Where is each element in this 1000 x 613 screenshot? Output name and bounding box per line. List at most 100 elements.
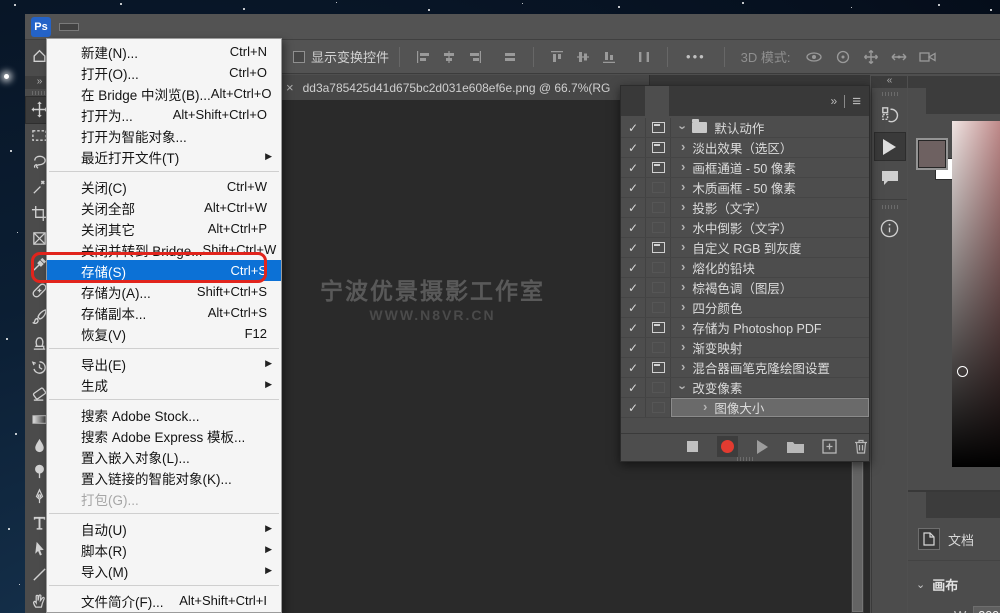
action-row[interactable]: ✓ › 自定义 RGB 到灰度 bbox=[621, 238, 869, 258]
file-menu-item[interactable]: 置入嵌入对象(L)... ▶ bbox=[47, 446, 281, 467]
menubar-item[interactable] bbox=[120, 24, 138, 30]
width-input[interactable] bbox=[973, 606, 1000, 613]
menubar-item[interactable] bbox=[200, 24, 218, 30]
action-row[interactable]: ✓ › 木质画框 - 50 像素 bbox=[621, 178, 869, 198]
file-menu-item[interactable]: 脚本(R) ▶ bbox=[47, 539, 281, 560]
file-menu-item[interactable]: ▶ bbox=[47, 395, 281, 404]
file-menu-item[interactable]: 打开为智能对象... ▶ bbox=[47, 125, 281, 146]
toggle-action-checkbox[interactable]: ✓ bbox=[621, 378, 646, 397]
action-row[interactable]: ✓ › 熔化的铅块 bbox=[621, 258, 869, 278]
toggle-action-checkbox[interactable]: ✓ bbox=[621, 278, 646, 297]
toggle-dialog-cell[interactable] bbox=[646, 298, 671, 317]
toggle-action-checkbox[interactable]: ✓ bbox=[621, 338, 646, 357]
file-menu-item[interactable]: 打包(G)... ▶ bbox=[47, 488, 281, 509]
toggle-dialog-cell[interactable] bbox=[646, 158, 671, 177]
toggle-dialog-cell[interactable] bbox=[646, 378, 671, 397]
toggle-dialog-cell[interactable] bbox=[646, 358, 671, 377]
expand-arrow-icon[interactable]: › bbox=[681, 219, 685, 234]
action-row[interactable]: ✓ › 画框通道 - 50 像素 bbox=[621, 158, 869, 178]
file-menu-item[interactable]: 关闭并转到 Bridge... Shift+Ctrl+W ▶ bbox=[47, 239, 281, 260]
align-left-edges-icon[interactable] bbox=[415, 50, 431, 64]
menubar-item[interactable] bbox=[180, 24, 198, 30]
actions-panel-icon[interactable] bbox=[875, 133, 905, 160]
toggle-action-checkbox[interactable]: ✓ bbox=[621, 218, 646, 237]
more-options-icon[interactable]: ••• bbox=[686, 49, 706, 64]
expand-arrow-icon[interactable]: › bbox=[681, 239, 685, 254]
record-icon[interactable] bbox=[717, 436, 738, 458]
file-menu-item[interactable]: 最近打开文件(T) ▶ bbox=[47, 146, 281, 167]
toggle-action-checkbox[interactable]: ✓ bbox=[621, 198, 646, 217]
action-row[interactable]: ✓ › 渐变映射 bbox=[621, 338, 869, 358]
toggle-action-checkbox[interactable]: ✓ bbox=[621, 158, 646, 177]
file-menu-item[interactable]: 在 Bridge 中浏览(B)... Alt+Ctrl+O ▶ bbox=[47, 83, 281, 104]
expand-arrow-icon[interactable]: › bbox=[681, 199, 685, 214]
action-row[interactable]: ✓ › 默认动作 bbox=[621, 118, 869, 138]
foreground-color-swatch[interactable] bbox=[918, 140, 946, 168]
close-tab-icon[interactable]: × bbox=[286, 80, 294, 95]
action-row[interactable]: ✓ › 四分颜色 bbox=[621, 298, 869, 318]
delete-icon[interactable] bbox=[853, 436, 869, 458]
pan-3d-icon[interactable] bbox=[862, 49, 880, 65]
align-horizontal-centers-icon[interactable] bbox=[441, 50, 457, 64]
file-menu-item[interactable]: 新建(N)... Ctrl+N ▶ bbox=[47, 41, 281, 62]
document-tab[interactable]: × dd3a785425d41d675bc2d031e608ef6e.png @… bbox=[260, 75, 650, 100]
new-set-icon[interactable] bbox=[786, 436, 805, 458]
notes-panel-icon[interactable] bbox=[875, 164, 905, 191]
distribute-horizontally-icon[interactable] bbox=[502, 50, 518, 64]
align-right-edges-icon[interactable] bbox=[467, 50, 483, 64]
panel-tab[interactable] bbox=[926, 88, 944, 114]
expand-arrow-icon[interactable]: › bbox=[681, 359, 685, 374]
slide-3d-icon[interactable] bbox=[890, 49, 908, 65]
dock-grip[interactable] bbox=[882, 205, 898, 209]
align-vertical-centers-icon[interactable] bbox=[575, 50, 591, 64]
toggle-dialog-cell[interactable] bbox=[646, 238, 671, 257]
action-row[interactable]: ✓ › 棕褐色调（图层） bbox=[621, 278, 869, 298]
toggle-action-checkbox[interactable]: ✓ bbox=[621, 318, 646, 337]
toggle-action-checkbox[interactable]: ✓ bbox=[621, 238, 646, 257]
toggle-action-checkbox[interactable]: ✓ bbox=[621, 138, 646, 157]
file-menu-item[interactable]: 生成 ▶ bbox=[47, 374, 281, 395]
expand-arrow-icon[interactable]: › bbox=[676, 385, 691, 389]
toggle-dialog-cell[interactable] bbox=[646, 138, 671, 157]
toggle-dialog-cell[interactable] bbox=[646, 198, 671, 217]
toggle-dialog-cell[interactable] bbox=[646, 278, 671, 297]
file-menu-item[interactable]: ▶ bbox=[47, 344, 281, 353]
file-menu-item[interactable]: ▶ bbox=[47, 581, 281, 590]
file-menu-item[interactable]: ▶ bbox=[47, 167, 281, 176]
toggle-action-checkbox[interactable]: ✓ bbox=[621, 358, 646, 377]
info-panel-icon[interactable] bbox=[875, 215, 905, 242]
file-menu-item[interactable]: ▶ bbox=[47, 509, 281, 518]
panel-tab[interactable] bbox=[908, 492, 926, 518]
menubar-item[interactable] bbox=[60, 24, 78, 30]
expand-arrow-icon[interactable]: › bbox=[676, 125, 691, 129]
expand-arrow-icon[interactable]: › bbox=[681, 159, 685, 174]
chevron-down-icon[interactable]: ⌄ bbox=[916, 578, 925, 591]
file-menu-item[interactable]: 自动(U) ▶ bbox=[47, 518, 281, 539]
file-menu-item[interactable]: 存储副本... Alt+Ctrl+S ▶ bbox=[47, 302, 281, 323]
zoom-3d-camera-icon[interactable] bbox=[918, 49, 938, 65]
menubar-item[interactable] bbox=[140, 24, 158, 30]
toggle-action-checkbox[interactable]: ✓ bbox=[621, 118, 646, 137]
collapse-dock-icon[interactable]: « bbox=[872, 76, 907, 88]
action-row[interactable]: ✓ › 淡出效果（选区） bbox=[621, 138, 869, 158]
action-row[interactable]: ✓ › 改变像素 bbox=[621, 378, 869, 398]
history-panel-icon[interactable] bbox=[875, 102, 905, 129]
new-action-icon[interactable] bbox=[821, 436, 837, 458]
toggle-dialog-cell[interactable] bbox=[646, 178, 671, 197]
color-picker-cursor[interactable] bbox=[957, 366, 968, 377]
menubar-item[interactable] bbox=[100, 24, 118, 30]
color-picker-field[interactable] bbox=[952, 121, 1000, 467]
toggle-dialog-cell[interactable] bbox=[646, 118, 671, 137]
file-menu-item[interactable]: 置入链接的智能对象(K)... ▶ bbox=[47, 467, 281, 488]
menubar-item[interactable] bbox=[220, 24, 238, 30]
file-menu-item[interactable]: 关闭其它 Alt+Ctrl+P ▶ bbox=[47, 218, 281, 239]
file-menu-item[interactable]: 搜索 Adobe Stock... ▶ bbox=[47, 404, 281, 425]
expand-arrow-icon[interactable]: › bbox=[703, 399, 707, 414]
panel-tab[interactable] bbox=[645, 86, 669, 116]
panel-resize-grip[interactable] bbox=[621, 457, 869, 461]
toggle-dialog-cell[interactable] bbox=[646, 218, 671, 237]
menubar-item[interactable] bbox=[260, 24, 278, 30]
toggle-dialog-cell[interactable] bbox=[646, 338, 671, 357]
action-row[interactable]: ✓ › 图像大小 bbox=[621, 398, 869, 418]
toggle-dialog-cell[interactable] bbox=[646, 318, 671, 337]
